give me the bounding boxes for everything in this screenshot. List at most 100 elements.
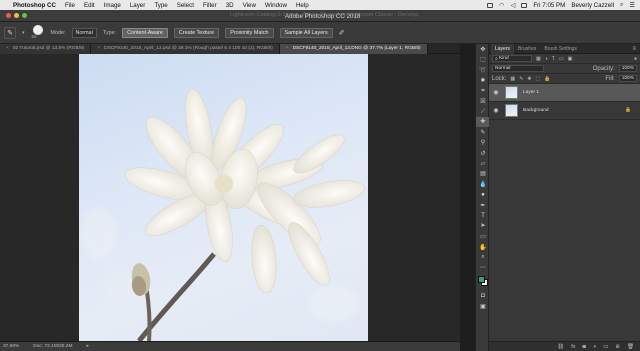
frame-tool-icon[interactable]: ☒ [476,96,490,106]
tab-layers[interactable]: Layers [491,43,515,54]
path-select-tool-icon[interactable]: ➤ [476,221,490,231]
menu-window[interactable]: Window [265,2,287,9]
close-tab-icon[interactable]: × [97,46,100,51]
content-aware-button[interactable]: Content-Aware [122,27,168,38]
menu-help[interactable]: Help [296,2,309,9]
filter-kind-select[interactable]: ⌕ Kind [492,55,532,62]
display-icon[interactable] [487,2,494,8]
mode-select[interactable]: Normal [71,27,97,38]
new-group-icon[interactable]: ▭ [603,344,608,350]
close-window-button[interactable] [6,13,11,18]
brush-tool-icon[interactable]: ✎ [476,127,490,137]
screen-mode-icon[interactable]: ▣ [476,301,490,311]
lock-all-icon[interactable]: 🔒 [544,76,550,82]
more-tools-icon[interactable]: ⋯ [476,262,490,272]
opacity-field[interactable]: 100% [618,65,637,72]
tab-dscf9140-psd[interactable]: × DSCF9140_2018_April_13.psd @ 39.1% (Rou… [91,43,280,54]
filter-smart-object-icon[interactable]: ▣ [568,56,573,62]
tab-dscf9140-dng[interactable]: × DSCF9140_2018_April_13.DNG @ 37.7% (Lay… [279,43,428,54]
link-layers-icon[interactable]: ⛓ [557,344,564,350]
layer-row-layer-1[interactable]: ◉ Layer 1 [489,84,640,102]
doc-size[interactable]: Doc: 72.1M/20.2M [33,344,72,349]
app-menu[interactable]: Photoshop CC [13,2,56,9]
wifi-icon[interactable]: ◠ [499,2,504,9]
filter-shape-icon[interactable]: ▭ [559,56,564,62]
battery-icon[interactable] [521,2,528,8]
foreground-color-swatch[interactable] [478,275,485,283]
proximity-match-button[interactable]: Proximity Match [225,27,274,38]
visibility-eye-icon[interactable]: ◉ [492,107,500,114]
zoom-window-button[interactable] [22,13,27,18]
quick-mask-icon[interactable]: ◘ [476,291,490,301]
filter-type-icon[interactable]: T [552,56,555,62]
fill-field[interactable]: 100% [618,75,637,82]
dodge-tool-icon[interactable]: ● [476,189,490,199]
menu-image[interactable]: Image [104,2,121,9]
pressure-size-icon[interactable]: ✐ [339,29,345,37]
layer-name[interactable]: Layer 1 [523,90,539,95]
create-texture-button[interactable]: Create Texture [173,27,220,38]
close-tab-icon[interactable]: × [286,46,289,51]
control-center-icon[interactable]: ☰ [629,2,635,9]
menu-edit[interactable]: Edit [84,2,95,9]
filter-pixel-icon[interactable]: ▦ [536,56,541,62]
status-menu-icon[interactable]: ▸ [86,344,88,349]
lasso-tool-icon[interactable]: ➰ [476,65,490,75]
clock[interactable]: Fri 7:05 PM [533,2,565,9]
healing-brush-tool-icon[interactable]: ✚ [476,116,490,128]
add-mask-icon[interactable]: ◙ [583,344,586,350]
search-icon[interactable]: ⌕ [620,1,623,9]
healing-brush-tool-preset-icon[interactable]: ✎ [4,26,16,39]
sample-all-layers-checkbox[interactable]: Sample All Layers [279,27,333,38]
layer-row-background[interactable]: ◉ Background 🔒 [489,102,640,120]
gradient-tool-icon[interactable]: ▤ [476,169,490,179]
clone-stamp-tool-icon[interactable]: ⚲ [476,138,490,148]
move-tool-icon[interactable]: ✥ [476,44,490,54]
eraser-tool-icon[interactable]: ▱ [476,158,490,168]
filter-adjustment-icon[interactable]: ◑ [545,56,548,62]
pen-tool-icon[interactable]: ✒ [476,200,490,210]
lock-position-icon[interactable]: ✥ [527,76,531,82]
tab-brushes[interactable]: Brushes [514,44,540,54]
menu-3d[interactable]: 3D [226,2,234,9]
lock-transparent-icon[interactable]: ▦ [510,76,515,82]
panel-menu-icon[interactable]: ≡ [632,46,636,52]
history-brush-tool-icon[interactable]: ↺ [476,148,490,158]
blur-tool-icon[interactable]: 💧 [476,179,490,189]
layer-style-icon[interactable]: fx [571,344,575,350]
menu-layer[interactable]: Layer [130,2,145,9]
chevron-down-icon[interactable]: ▾ [22,30,25,36]
hand-tool-icon[interactable]: ✋ [476,241,490,251]
canvas-area[interactable] [0,54,460,341]
menu-select[interactable]: Select [177,2,194,9]
document-canvas[interactable] [79,54,368,341]
adjustment-layer-icon[interactable]: ◑ [593,344,596,350]
menu-type[interactable]: Type [154,2,167,9]
rectangle-tool-icon[interactable]: ▭ [476,231,490,241]
blend-mode-select[interactable]: Normal [492,65,544,72]
type-tool-icon[interactable]: T [476,210,490,220]
zoom-level[interactable]: 37.69% [3,344,19,349]
menu-file[interactable]: File [65,2,75,9]
quick-select-tool-icon[interactable]: ✸ [476,75,490,85]
tab-02-tutorial[interactable]: × 02 Tutorial.psd @ 13.5% (RGB/8) [0,43,92,54]
lock-artboard-icon[interactable]: ⬚ [535,76,540,82]
volume-icon[interactable]: ◁ [511,2,516,9]
crop-tool-icon[interactable]: ⌗ [476,86,490,96]
lock-icon[interactable]: 🔒 [625,108,631,113]
new-layer-icon[interactable]: ⊕ [615,344,620,350]
menu-filter[interactable]: Filter [203,2,217,9]
lock-pixels-icon[interactable]: ✎ [519,76,523,82]
filter-toggle-icon[interactable]: ● [634,56,637,62]
minimize-window-button[interactable] [14,13,19,18]
menu-view[interactable]: View [243,2,256,9]
delete-layer-icon[interactable]: 🗑 [627,344,634,350]
layer-name[interactable]: Background [523,108,549,113]
brush-size-picker[interactable]: 65 [31,22,45,44]
visibility-eye-icon[interactable]: ◉ [492,89,500,96]
user-name[interactable]: Beverly Cazzell [571,2,614,9]
close-tab-icon[interactable]: × [6,46,9,51]
tab-brush-settings[interactable]: Brush Settings [540,44,581,54]
marquee-tool-icon[interactable]: ⬚ [476,54,490,64]
zoom-tool-icon[interactable]: ⌕ [476,252,490,262]
